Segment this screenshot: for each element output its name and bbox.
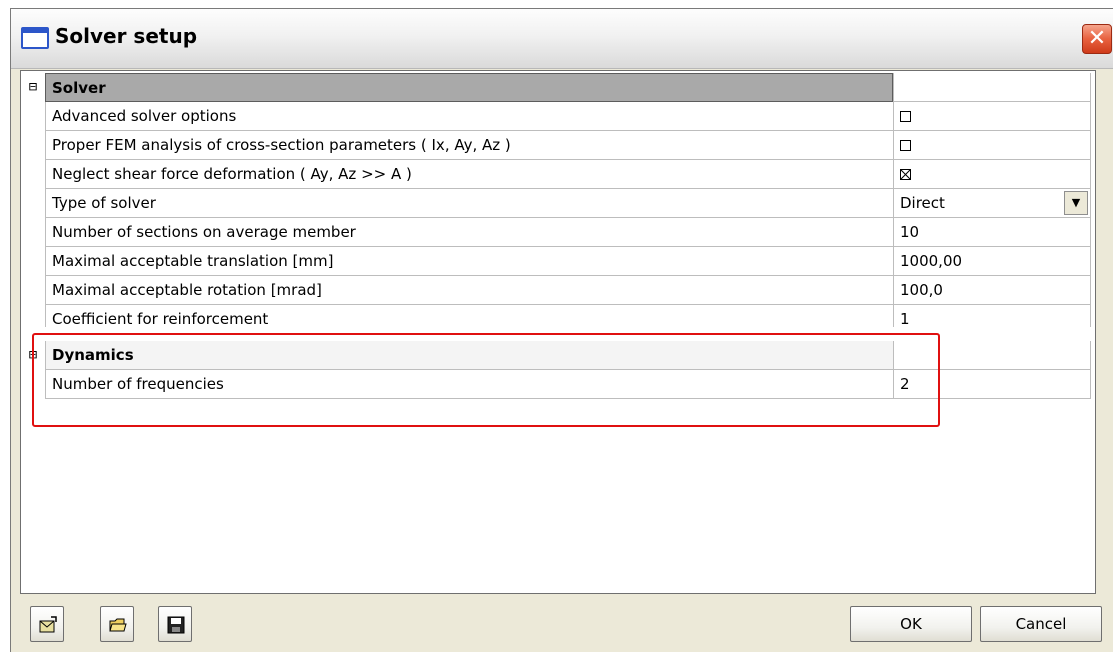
group-value-empty [893,73,1091,102]
row-label: Maximal acceptable translation [mm] [45,247,893,276]
checkbox-checked-icon[interactable] [900,169,911,180]
proper-fem-checkbox[interactable] [893,131,1091,160]
sections-input[interactable]: 10 [893,218,1091,247]
row-label: Maximal acceptable rotation [mrad] [45,276,893,305]
advanced-solver-checkbox[interactable] [893,102,1091,131]
grid-row[interactable]: Maximal acceptable translation [mm] 1000… [21,247,1093,276]
open-button[interactable] [100,606,134,642]
save-disk-icon [167,616,185,634]
grid-row[interactable]: Advanced solver options [21,102,1093,131]
export-icon [39,616,57,633]
grid-row[interactable]: Number of sections on average member 10 [21,218,1093,247]
reinforcement-input[interactable]: 1 [893,305,1091,327]
close-button[interactable]: ✕ [1082,24,1112,54]
grid-row[interactable]: Coefficient for reinforcement 1 [21,305,1093,327]
checkbox-unchecked-icon[interactable] [900,140,911,151]
grid-row[interactable]: Maximal acceptable rotation [mrad] 100,0 [21,276,1093,305]
window-title: Solver setup [55,24,198,48]
solver-type-select[interactable]: Direct ▼ [893,189,1091,218]
row-label: Number of sections on average member [45,218,893,247]
row-label: Proper FEM analysis of cross-section par… [45,131,893,160]
checkbox-unchecked-icon[interactable] [900,111,911,122]
dropdown-arrow-icon[interactable]: ▼ [1064,191,1088,215]
export-button[interactable] [30,606,64,642]
property-grid: ⊟ Solver Advanced solver options Proper … [20,70,1096,594]
row-label: Neglect shear force deformation ( Ay, Az… [45,160,893,189]
grid-row[interactable]: Type of solver Direct ▼ [21,189,1093,218]
group-header-solver[interactable]: ⊟ Solver [21,73,1093,102]
select-value: Direct [900,194,945,212]
title-bar: Solver setup ✕ [11,9,1113,69]
grid-row[interactable]: Neglect shear force deformation ( Ay, Az… [21,160,1093,189]
cancel-button[interactable]: Cancel [980,606,1102,642]
grid-row[interactable]: Proper FEM analysis of cross-section par… [21,131,1093,160]
group-title: Solver [45,73,893,102]
window-icon [21,27,49,49]
row-label: Coefficient for reinforcement [45,305,893,327]
row-label: Type of solver [45,189,893,218]
neglect-shear-checkbox[interactable] [893,160,1091,189]
open-folder-icon [109,618,127,632]
ok-button[interactable]: OK [850,606,972,642]
rotation-input[interactable]: 100,0 [893,276,1091,305]
row-label: Advanced solver options [45,102,893,131]
save-button[interactable] [158,606,192,642]
highlight-annotation [32,333,940,427]
translation-input[interactable]: 1000,00 [893,247,1091,276]
collapse-icon[interactable]: ⊟ [24,73,42,102]
